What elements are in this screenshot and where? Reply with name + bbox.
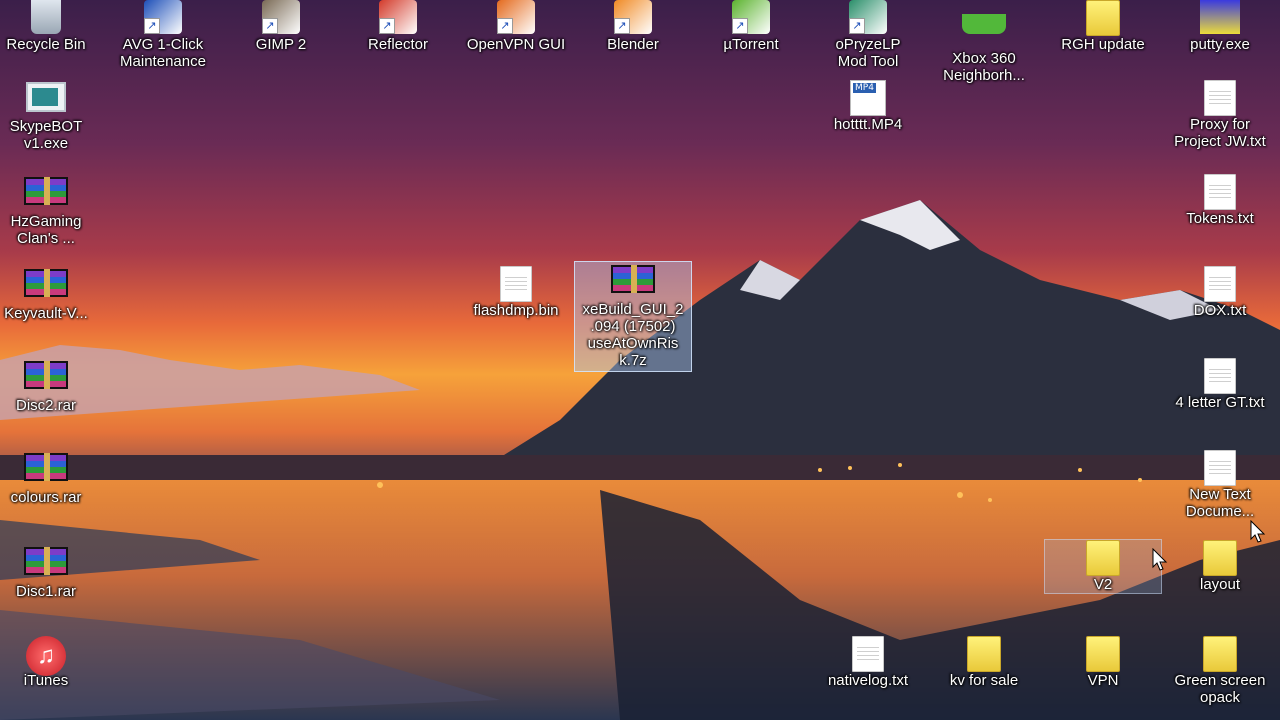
gimp-icon bbox=[259, 0, 303, 34]
desktop-icon-label: Proxy for Project JW.txt bbox=[1174, 116, 1266, 150]
desktop-icon-label: OpenVPN GUI bbox=[466, 36, 566, 53]
rar-archive-icon bbox=[611, 265, 655, 299]
mouse-cursor-icon bbox=[1152, 547, 1168, 577]
desktop-icon-label: Tokens.txt bbox=[1186, 210, 1254, 227]
text-file-icon bbox=[1198, 266, 1242, 302]
blender-icon bbox=[611, 0, 655, 34]
desktop-icon-label: Recycle Bin bbox=[6, 36, 86, 53]
desktop-icon-label: flashdmp.bin bbox=[473, 302, 559, 319]
desktop-icon-label: Green screen opack bbox=[1174, 672, 1266, 706]
desktop-icon[interactable]: GIMP 2 bbox=[223, 0, 339, 53]
file-icon bbox=[494, 266, 538, 302]
text-file-icon bbox=[1198, 174, 1242, 210]
desktop-icon[interactable]: kv for sale bbox=[926, 636, 1042, 689]
desktop-icon[interactable]: Tokens.txt bbox=[1162, 174, 1278, 227]
desktop-icon-label: Disc2.rar bbox=[15, 397, 76, 414]
exe-icon bbox=[24, 82, 68, 116]
xbox-icon bbox=[962, 14, 1006, 48]
desktop-icon[interactable]: 4 letter GT.txt bbox=[1162, 358, 1278, 411]
desktop-icon[interactable]: oPryzeLP Mod Tool bbox=[810, 0, 926, 70]
desktop-icon[interactable]: Blender bbox=[575, 0, 691, 53]
text-file-icon bbox=[1198, 358, 1242, 394]
desktop-icon-label: Xbox 360 Neighborh... bbox=[943, 50, 1025, 84]
desktop-icon[interactable]: DOX.txt bbox=[1162, 266, 1278, 319]
folder-icon bbox=[1081, 0, 1125, 36]
desktop-icon[interactable]: MP4 hotttt.MP4 bbox=[810, 80, 926, 133]
desktop-icon-label: Disc1.rar bbox=[15, 583, 76, 600]
itunes-icon: ♫ bbox=[24, 636, 68, 676]
rar-archive-icon bbox=[24, 547, 68, 581]
openvpn-icon bbox=[494, 0, 538, 34]
desktop-icon-label: New Text Docume... bbox=[1185, 486, 1255, 520]
reflector-icon bbox=[376, 0, 420, 34]
avg-shield-icon bbox=[141, 0, 185, 34]
mp4-file-icon: MP4 bbox=[846, 80, 890, 116]
desktop-icon[interactable]: RGH update bbox=[1045, 0, 1161, 53]
folder-icon bbox=[1198, 540, 1242, 576]
desktop-icon[interactable]: nativelog.txt bbox=[810, 636, 926, 689]
desktop-icon[interactable]: Reflector bbox=[340, 0, 456, 53]
desktop-icon[interactable]: Green screen opack bbox=[1162, 636, 1278, 706]
folder-icon bbox=[962, 636, 1006, 672]
desktop-icon[interactable]: putty.exe bbox=[1162, 0, 1278, 53]
desktop-icon-label: kv for sale bbox=[949, 672, 1019, 689]
desktop-icon[interactable]: Disc1.rar bbox=[0, 544, 104, 600]
folder-icon bbox=[1081, 636, 1125, 672]
desktop-icon-label: hotttt.MP4 bbox=[833, 116, 903, 133]
desktop-icon-label: Reflector bbox=[367, 36, 429, 53]
rar-archive-icon bbox=[24, 177, 68, 211]
desktop-icon-label: Keyvault-V... bbox=[4, 305, 88, 322]
desktop-icon-label: DOX.txt bbox=[1193, 302, 1247, 319]
desktop-icon[interactable]: ♫ iTunes bbox=[0, 636, 104, 689]
desktop-icon-label: GIMP 2 bbox=[255, 36, 307, 53]
putty-icon bbox=[1198, 0, 1242, 34]
desktop[interactable]: Recycle Bin AVG 1-Click Maintenance GIMP 2… bbox=[0, 0, 1280, 720]
desktop-icon-label: V2 bbox=[1093, 576, 1113, 593]
desktop-icon-label: VPN bbox=[1087, 672, 1119, 689]
desktop-icon-label: colours.rar bbox=[10, 489, 82, 506]
desktop-icon-label: Blender bbox=[607, 36, 659, 53]
rar-archive-icon bbox=[24, 453, 68, 487]
text-file-icon bbox=[846, 636, 890, 672]
utorrent-icon bbox=[729, 0, 773, 34]
rar-archive-icon bbox=[24, 361, 68, 395]
desktop-icon[interactable]: µTorrent bbox=[693, 0, 809, 53]
desktop-icon[interactable]: SkypeBOT v1.exe bbox=[0, 80, 104, 152]
desktop-icon-label: nativelog.txt bbox=[827, 672, 909, 689]
desktop-icon-label: HzGaming Clan's ... bbox=[10, 213, 82, 247]
desktop-icon[interactable]: Xbox 360 Neighborh... bbox=[926, 0, 1042, 84]
mouse-cursor-icon bbox=[1250, 519, 1266, 549]
text-file-icon bbox=[1198, 450, 1242, 486]
folder-icon bbox=[1198, 636, 1242, 672]
desktop-icon[interactable]: Proxy for Project JW.txt bbox=[1162, 80, 1278, 150]
desktop-icon[interactable]: OpenVPN GUI bbox=[458, 0, 574, 53]
desktop-icon-label: layout bbox=[1199, 576, 1241, 593]
desktop-icon-label: RGH update bbox=[1061, 36, 1145, 53]
text-file-icon bbox=[1198, 80, 1242, 116]
desktop-icon-label: putty.exe bbox=[1190, 36, 1250, 53]
desktop-icon[interactable]: colours.rar bbox=[0, 450, 104, 506]
desktop-icon[interactable]: VPN bbox=[1045, 636, 1161, 689]
desktop-icon[interactable]: AVG 1-Click Maintenance bbox=[105, 0, 221, 70]
desktop-icon[interactable]: Keyvault-V... bbox=[0, 266, 104, 322]
desktop-icon-label: SkypeBOT v1.exe bbox=[9, 118, 83, 152]
desktop-icon-label: oPryzeLP Mod Tool bbox=[835, 36, 901, 70]
desktop-icon-label: µTorrent bbox=[723, 36, 779, 53]
folder-icon bbox=[1081, 540, 1125, 576]
desktop-icon[interactable]: flashdmp.bin bbox=[458, 266, 574, 319]
desktop-icon[interactable]: V2 bbox=[1044, 539, 1162, 594]
rar-archive-icon bbox=[24, 269, 68, 303]
recycle-bin-icon bbox=[24, 0, 68, 34]
desktop-icon-label: 4 letter GT.txt bbox=[1175, 394, 1265, 411]
desktop-icon[interactable]: xeBuild_GUI_2 .094 (17502) useAtOwnRis k… bbox=[574, 261, 692, 372]
desktop-icon[interactable]: Disc2.rar bbox=[0, 358, 104, 414]
desktop-icon[interactable]: Recycle Bin bbox=[0, 0, 104, 53]
desktop-icon-label: xeBuild_GUI_2 .094 (17502) useAtOwnRis k… bbox=[582, 301, 684, 369]
mod-tool-icon bbox=[846, 0, 890, 34]
desktop-icon[interactable]: New Text Docume... bbox=[1162, 450, 1278, 520]
desktop-icon-label: AVG 1-Click Maintenance bbox=[120, 36, 206, 70]
desktop-icon[interactable]: HzGaming Clan's ... bbox=[0, 174, 104, 247]
